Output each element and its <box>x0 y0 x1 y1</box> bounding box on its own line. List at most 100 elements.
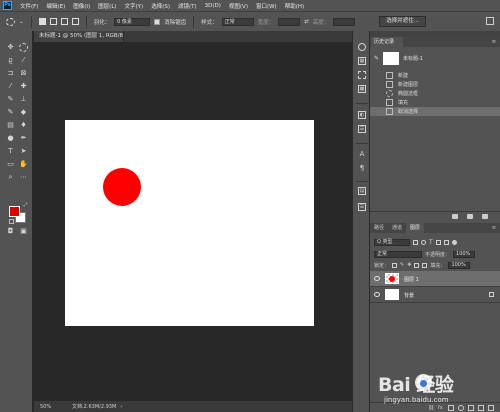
eye-icon[interactable] <box>374 292 380 297</box>
filter-adjustment-icon[interactable] <box>421 239 426 245</box>
stamp-icon[interactable]: ⊥ <box>19 95 28 104</box>
tab-layers[interactable]: 图层 <box>406 223 425 233</box>
marquee-icon[interactable] <box>19 43 28 52</box>
healing-brush-icon[interactable]: ✚ <box>19 82 28 91</box>
libraries-panel-icon[interactable]: ☰ <box>358 203 366 211</box>
menu-layer[interactable]: 图层(L) <box>94 2 120 10</box>
zoom-level[interactable]: 50% <box>34 404 72 410</box>
history-item[interactable]: 椭圆选框 <box>370 89 500 98</box>
character-panel-icon[interactable]: A <box>358 151 366 159</box>
workspace-icon[interactable] <box>486 17 494 25</box>
tab-channels[interactable]: 通道 <box>388 223 406 233</box>
history-item[interactable]: 新建图层 <box>370 80 500 89</box>
eyedropper-icon[interactable]: ⁄ <box>6 82 15 91</box>
hand-icon[interactable]: ✋ <box>19 160 28 169</box>
red-circle-shape[interactable] <box>103 168 141 206</box>
history-item[interactable]: 填充 <box>370 98 500 107</box>
screen-mode-icon[interactable]: ▣ <box>19 227 28 236</box>
eraser-icon[interactable]: ◆ <box>19 108 28 117</box>
swap-icon[interactable]: ⇄ <box>304 19 309 25</box>
tab-paths[interactable]: 路径 <box>370 223 388 233</box>
menu-view[interactable]: 视图(V) <box>225 2 252 10</box>
subtract-selection-icon[interactable] <box>60 18 68 25</box>
layer-filter-select[interactable]: Q 类型 <box>374 238 410 246</box>
paragraph-panel-icon[interactable]: ¶ <box>358 165 366 173</box>
camera-snapshot-icon[interactable] <box>467 214 473 219</box>
type-icon[interactable]: T <box>6 147 15 156</box>
pen-icon[interactable]: ✒ <box>19 134 28 143</box>
antialias-checkbox[interactable] <box>154 18 161 25</box>
path-select-icon[interactable]: ➤ <box>19 147 28 156</box>
status-arrow-icon[interactable]: › <box>120 404 122 410</box>
gradients-panel-icon[interactable] <box>358 71 366 79</box>
lock-artboard-icon[interactable] <box>414 262 420 268</box>
more-tools-icon[interactable]: ⋯ <box>19 173 28 182</box>
menu-filter[interactable]: 滤镜(T) <box>174 2 201 10</box>
move-icon[interactable]: ✥ <box>6 43 15 52</box>
crop-icon[interactable]: ⊐ <box>6 69 15 78</box>
lock-icon[interactable] <box>489 292 494 297</box>
filter-smart-object-icon[interactable] <box>443 239 449 245</box>
lock-transparent-icon[interactable] <box>392 262 398 268</box>
history-brush-icon[interactable]: ✎ <box>6 108 15 117</box>
rectangle-icon[interactable]: ▭ <box>6 160 15 169</box>
history-menu-icon[interactable]: ≡ <box>492 39 496 45</box>
feather-input[interactable]: 0 像素 <box>114 17 151 26</box>
default-colors-icon[interactable] <box>9 219 14 224</box>
menu-edit[interactable]: 编辑(E) <box>42 2 69 10</box>
history-item[interactable]: 新建 <box>370 71 500 80</box>
blur-icon[interactable]: ♦ <box>19 121 28 130</box>
blend-mode-select[interactable]: 正常 <box>374 250 422 258</box>
menu-type[interactable]: 文字(Y) <box>121 2 148 10</box>
swatches-panel-icon[interactable]: ▦ <box>358 57 366 65</box>
history-item-active[interactable]: 取消选择 <box>370 107 500 116</box>
layer-name[interactable]: 背景 <box>404 292 414 299</box>
tool-preset-chevron-icon[interactable]: ⌄ <box>19 19 24 25</box>
filter-shape-icon[interactable] <box>435 239 441 245</box>
opacity-input[interactable]: 100% <box>453 250 476 258</box>
lock-position-icon[interactable]: ✥ <box>407 262 411 268</box>
adjustments-panel-icon[interactable]: ◐ <box>358 111 366 119</box>
brush-icon[interactable]: ✎ <box>6 95 15 104</box>
style-select[interactable]: 正常 <box>221 17 254 26</box>
height-input[interactable] <box>333 17 356 26</box>
dodge-icon[interactable]: ● <box>6 134 15 143</box>
zoom-icon[interactable]: ⌕ <box>6 173 15 182</box>
filter-toggle-icon[interactable] <box>451 239 457 245</box>
gradient-icon[interactable]: ▤ <box>6 121 15 130</box>
patterns-panel-icon[interactable]: ▩ <box>358 85 366 93</box>
history-snapshot[interactable]: ✎ 未标题-1 <box>370 49 500 71</box>
history-brush-icon[interactable]: ✎ <box>374 55 380 63</box>
width-input[interactable] <box>278 17 301 26</box>
eye-icon[interactable] <box>374 276 380 281</box>
intersect-selection-icon[interactable] <box>71 18 79 25</box>
trash-icon[interactable] <box>482 214 488 219</box>
menu-window[interactable]: 窗口(W) <box>252 2 281 10</box>
properties-panel-icon[interactable]: ▤ <box>358 187 366 195</box>
filter-pixel-icon[interactable] <box>413 239 418 245</box>
layer-row-layer1[interactable]: 图层 1 <box>370 271 500 287</box>
layer-row-background[interactable]: 背景 <box>370 287 500 303</box>
magic-wand-icon[interactable]: ⁄ <box>19 56 28 65</box>
new-document-from-state-icon[interactable] <box>452 214 458 219</box>
quick-mask-icon[interactable]: ◘ <box>6 227 15 236</box>
ellipse-marquee-icon[interactable] <box>6 17 15 26</box>
layers-menu-icon[interactable]: ≡ <box>488 223 500 233</box>
document-tab[interactable]: 未标题-1 @ 50% (图层 1, RGB/8#) * <box>34 31 124 42</box>
menu-image[interactable]: 图像(I) <box>69 2 94 10</box>
lock-image-icon[interactable]: ✎ <box>400 262 404 268</box>
frame-icon[interactable]: ⊠ <box>19 69 28 78</box>
lock-all-icon[interactable] <box>422 262 428 268</box>
select-and-mask-button[interactable]: 选择并遮住... <box>379 16 427 27</box>
document-canvas[interactable] <box>65 120 314 326</box>
menu-file[interactable]: 文件(F) <box>16 2 42 10</box>
add-selection-icon[interactable] <box>49 18 57 25</box>
foreground-color-swatch[interactable] <box>9 206 20 217</box>
tab-history[interactable]: 历史记录 <box>371 37 403 47</box>
fill-input[interactable]: 100% <box>448 261 471 269</box>
filter-type-icon[interactable]: T <box>429 239 433 246</box>
new-selection-icon[interactable] <box>38 18 46 25</box>
menu-3d[interactable]: 3D(D) <box>201 3 225 9</box>
menu-help[interactable]: 帮助(H) <box>281 2 308 10</box>
swap-colors-icon[interactable]: ⤢ <box>21 201 30 210</box>
